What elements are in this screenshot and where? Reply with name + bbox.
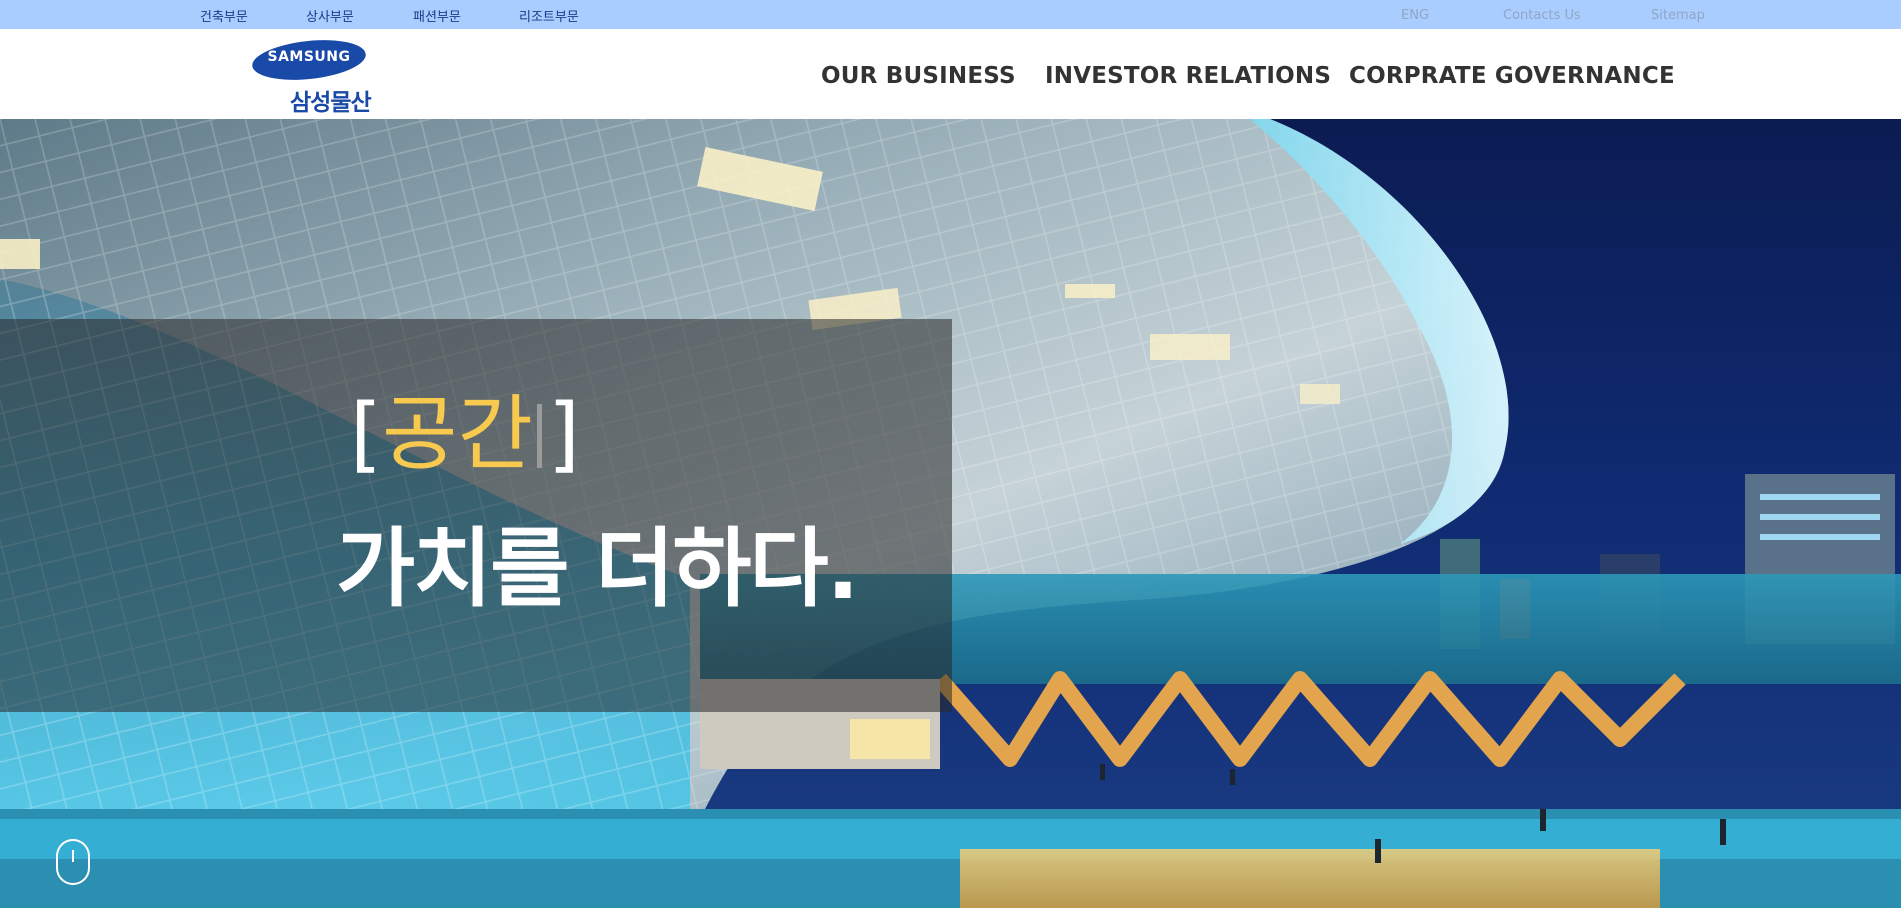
hero-keyword-line: [공간] (350, 387, 580, 483)
hero-keyword: 공간 (382, 387, 533, 482)
scroll-down-icon[interactable] (56, 839, 90, 885)
main-header: SAMSUNG 삼성물산 OUR BUSINESS INVESTOR RELAT… (0, 29, 1901, 119)
hero-tagline: 가치를 더하다. (336, 519, 859, 619)
contacts-us-link[interactable]: Contacts Us (1503, 8, 1581, 23)
hero-text-overlay (0, 319, 952, 712)
division-link-trading[interactable]: 상사부문 (306, 6, 354, 25)
division-link-resort[interactable]: 리조트부문 (519, 6, 579, 25)
top-utility-bar: 건축부문 상사부문 패션부문 리조트부문 ENG Contacts Us Sit… (0, 0, 1901, 29)
samsung-cnt-logo[interactable]: SAMSUNG 삼성물산 (250, 35, 380, 116)
division-link-fashion[interactable]: 패션부문 (413, 6, 461, 25)
scroll-wheel-icon (72, 850, 74, 862)
nav-corporate-governance[interactable]: CORPRATE GOVERNANCE (1349, 63, 1675, 89)
hero-bracket-close: ] (547, 387, 580, 482)
language-eng-link[interactable]: ENG (1401, 8, 1429, 23)
logo-wordmark-ko: 삼성물산 (290, 90, 372, 116)
division-link-construction[interactable]: 건축부문 (200, 6, 248, 25)
hero-bracket-open: [ (350, 387, 382, 482)
nav-our-business[interactable]: OUR BUSINESS (821, 63, 1016, 89)
logo-wordmark-en: SAMSUNG (267, 49, 351, 65)
typing-cursor-icon (536, 404, 542, 468)
nav-investor-relations[interactable]: INVESTOR RELATIONS (1045, 63, 1331, 89)
sitemap-link[interactable]: Sitemap (1651, 8, 1705, 23)
hero-banner: [공간] 가치를 더하다. (0, 119, 1901, 908)
